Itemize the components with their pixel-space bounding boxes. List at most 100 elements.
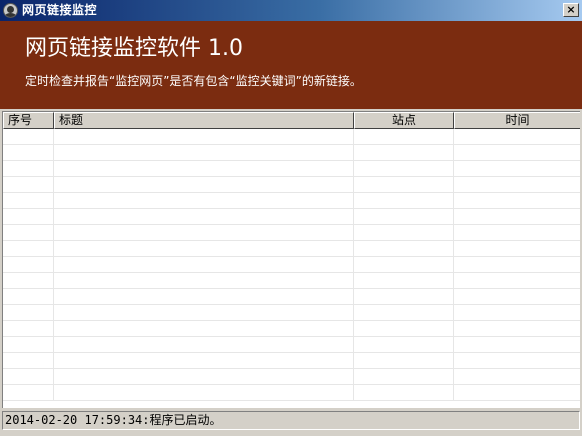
table-cell <box>354 385 454 400</box>
results-list[interactable]: 序号 标题 站点 时间 <box>2 111 580 408</box>
table-cell <box>54 289 354 304</box>
table-cell <box>454 289 580 304</box>
table-cell <box>354 241 454 256</box>
table-cell <box>454 305 580 320</box>
table-cell <box>54 337 354 352</box>
table-cell <box>54 257 354 272</box>
table-cell <box>54 385 354 400</box>
table-cell <box>454 145 580 160</box>
table-row[interactable] <box>3 193 580 209</box>
table-cell <box>354 289 454 304</box>
banner-subtitle: 定时检查并报告“监控网页”是否有包含“监控关键词”的新链接。 <box>25 74 362 88</box>
table-cell <box>354 225 454 240</box>
table-cell <box>3 225 54 240</box>
table-row[interactable] <box>3 337 580 353</box>
table-row[interactable] <box>3 305 580 321</box>
table-row[interactable] <box>3 177 580 193</box>
app-icon[interactable] <box>3 3 18 18</box>
table-cell <box>354 193 454 208</box>
table-cell <box>354 353 454 368</box>
table-cell <box>3 257 54 272</box>
table-cell <box>54 145 354 160</box>
table-cell <box>3 289 54 304</box>
table-cell <box>454 177 580 192</box>
header-banner: 网页链接监控软件 1.0 定时检查并报告“监控网页”是否有包含“监控关键词”的新… <box>0 21 582 109</box>
table-row[interactable] <box>3 369 580 385</box>
table-cell <box>3 305 54 320</box>
table-cell <box>354 145 454 160</box>
table-cell <box>54 225 354 240</box>
table-row[interactable] <box>3 241 580 257</box>
table-cell <box>454 337 580 352</box>
table-cell <box>354 161 454 176</box>
table-cell <box>3 129 54 144</box>
table-cell <box>454 257 580 272</box>
table-cell <box>3 177 54 192</box>
table-cell <box>454 129 580 144</box>
table-row[interactable] <box>3 321 580 337</box>
table-cell <box>454 241 580 256</box>
table-row[interactable] <box>3 257 580 273</box>
column-header-site[interactable]: 站点 <box>354 112 454 129</box>
table-cell <box>54 353 354 368</box>
table-cell <box>354 273 454 288</box>
table-cell <box>3 385 54 400</box>
table-row[interactable] <box>3 289 580 305</box>
table-cell <box>454 385 580 400</box>
table-row[interactable] <box>3 385 580 401</box>
table-cell <box>454 369 580 384</box>
table-row[interactable] <box>3 161 580 177</box>
list-header: 序号 标题 站点 时间 <box>3 112 580 129</box>
table-cell <box>54 129 354 144</box>
column-header-time[interactable]: 时间 <box>454 112 580 129</box>
table-cell <box>454 353 580 368</box>
table-cell <box>54 321 354 336</box>
table-cell <box>3 337 54 352</box>
status-text: 2014-02-20 17:59:34:程序已启动。 <box>2 411 580 430</box>
status-bar: 2014-02-20 17:59:34:程序已启动。 <box>0 410 582 436</box>
table-cell <box>454 209 580 224</box>
table-cell <box>3 321 54 336</box>
window-titlebar[interactable]: 网页链接监控 × <box>0 0 582 21</box>
table-cell <box>3 241 54 256</box>
table-cell <box>3 161 54 176</box>
table-cell <box>354 177 454 192</box>
banner-title: 网页链接监控软件 1.0 <box>25 36 243 61</box>
table-cell <box>3 193 54 208</box>
window-title: 网页链接监控 <box>22 3 98 17</box>
table-cell <box>354 209 454 224</box>
table-cell <box>54 273 354 288</box>
table-cell <box>54 241 354 256</box>
list-body[interactable] <box>3 129 580 408</box>
table-row[interactable] <box>3 129 580 145</box>
table-cell <box>454 225 580 240</box>
table-cell <box>54 369 354 384</box>
table-cell <box>54 209 354 224</box>
table-cell <box>3 209 54 224</box>
table-cell <box>454 321 580 336</box>
table-cell <box>354 369 454 384</box>
table-cell <box>354 305 454 320</box>
table-cell <box>3 353 54 368</box>
column-header-title[interactable]: 标题 <box>54 112 354 129</box>
table-row[interactable] <box>3 273 580 289</box>
table-cell <box>454 273 580 288</box>
table-row[interactable] <box>3 353 580 369</box>
column-header-seq[interactable]: 序号 <box>3 112 54 129</box>
table-row[interactable] <box>3 225 580 241</box>
table-cell <box>354 257 454 272</box>
table-cell <box>3 369 54 384</box>
table-cell <box>3 145 54 160</box>
table-cell <box>54 177 354 192</box>
table-row[interactable] <box>3 209 580 225</box>
table-cell <box>454 193 580 208</box>
table-row[interactable] <box>3 145 580 161</box>
table-cell <box>354 321 454 336</box>
table-cell <box>354 129 454 144</box>
table-cell <box>3 273 54 288</box>
table-cell <box>454 161 580 176</box>
table-cell <box>354 337 454 352</box>
table-cell <box>54 305 354 320</box>
close-button[interactable]: × <box>563 3 579 17</box>
table-cell <box>54 161 354 176</box>
